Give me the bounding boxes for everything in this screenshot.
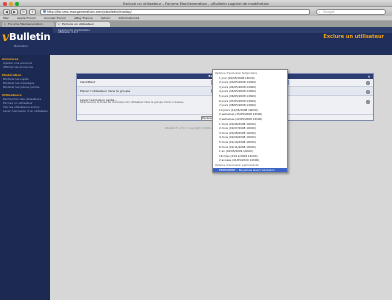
window-title: Exclure un utilisateur – Forums MacGener…	[122, 1, 270, 6]
dropdown-option[interactable]: PERMANENT – Ne jamais lever l'exclusion	[213, 167, 287, 172]
page-title: Exclure un utilisateur	[323, 34, 384, 40]
site-favicon-icon	[42, 10, 46, 14]
bookmark-item[interactable]: Annuler Forum	[44, 16, 66, 20]
page-content: v Bulletin Modération Logiciel de modéra…	[0, 27, 392, 300]
bookmark-item[interactable]: Mac	[3, 16, 9, 20]
browser-toolbar: ◀ ▶ ↻ + http://forums.macgeneration.com/…	[0, 7, 392, 16]
usergroup-label: Placer l'utilisateur dans le groupe	[80, 89, 131, 93]
logo-subtitle: Modération	[14, 45, 29, 48]
add-bookmark-button[interactable]: +	[29, 8, 36, 15]
help-icon[interactable]: ?	[366, 100, 370, 104]
back-button[interactable]: ◀	[3, 8, 10, 15]
sidebar-item[interactable]: Modérer les pièces jointes	[3, 85, 40, 89]
close-tab-icon[interactable]: ×	[58, 22, 61, 27]
help-icon[interactable]: ?	[366, 81, 370, 85]
duration-description: Sélectionnez la durée de l'exclusion de …	[80, 101, 185, 104]
refresh-button[interactable]: ↻	[20, 8, 27, 15]
search-placeholder: Google	[323, 9, 335, 14]
logo-bulletin: Bulletin	[9, 32, 51, 43]
bookmark-item[interactable]: Informations▾	[119, 16, 139, 20]
forward-button[interactable]: ▶	[11, 8, 18, 15]
close-tab-icon[interactable]: ×	[4, 22, 7, 27]
tab-label: Forums MacGeneration	[8, 21, 43, 26]
window-titlebar: Exclure un utilisateur – Forums MacGener…	[0, 0, 392, 7]
vbulletin-logo[interactable]: v Bulletin Modération	[2, 29, 51, 51]
duration-dropdown-menu[interactable]: Options d'exclusion temporaire 1 jour (02…	[212, 69, 288, 173]
header-strip-line2: vBulletin 3.6.7	[58, 30, 79, 34]
sidebar-item[interactable]: Afficher les annonces	[3, 65, 33, 69]
header-strip	[53, 27, 392, 33]
bookmark-item[interactable]: Apple Forum	[17, 16, 36, 20]
search-icon: ⌕	[318, 10, 321, 14]
username-label: Identifiant	[80, 80, 96, 84]
collapse-icon[interactable]: ▲	[368, 75, 370, 78]
sidebar-item[interactable]: Lever l'exclusion d'un utilisateur	[3, 109, 48, 113]
tab-label: Exclure un utilisateur	[62, 21, 94, 26]
logo-v: v	[2, 30, 9, 44]
address-bar[interactable]: http://forums.macgeneration.com/vbulleti…	[40, 8, 310, 15]
search-field[interactable]: ⌕ Google	[316, 8, 386, 15]
bookmark-item[interactable]: Yahoo!	[101, 16, 111, 20]
help-icon[interactable]: ?	[366, 89, 370, 94]
address-text: http://forums.macgeneration.com/vbulleti…	[47, 9, 132, 14]
bookmark-item[interactable]: eBay France	[74, 16, 92, 20]
page-header: v Bulletin Modération Logiciel de modéra…	[0, 27, 392, 55]
sidebar: Annonces Ajouter une annonce Afficher le…	[0, 55, 50, 300]
